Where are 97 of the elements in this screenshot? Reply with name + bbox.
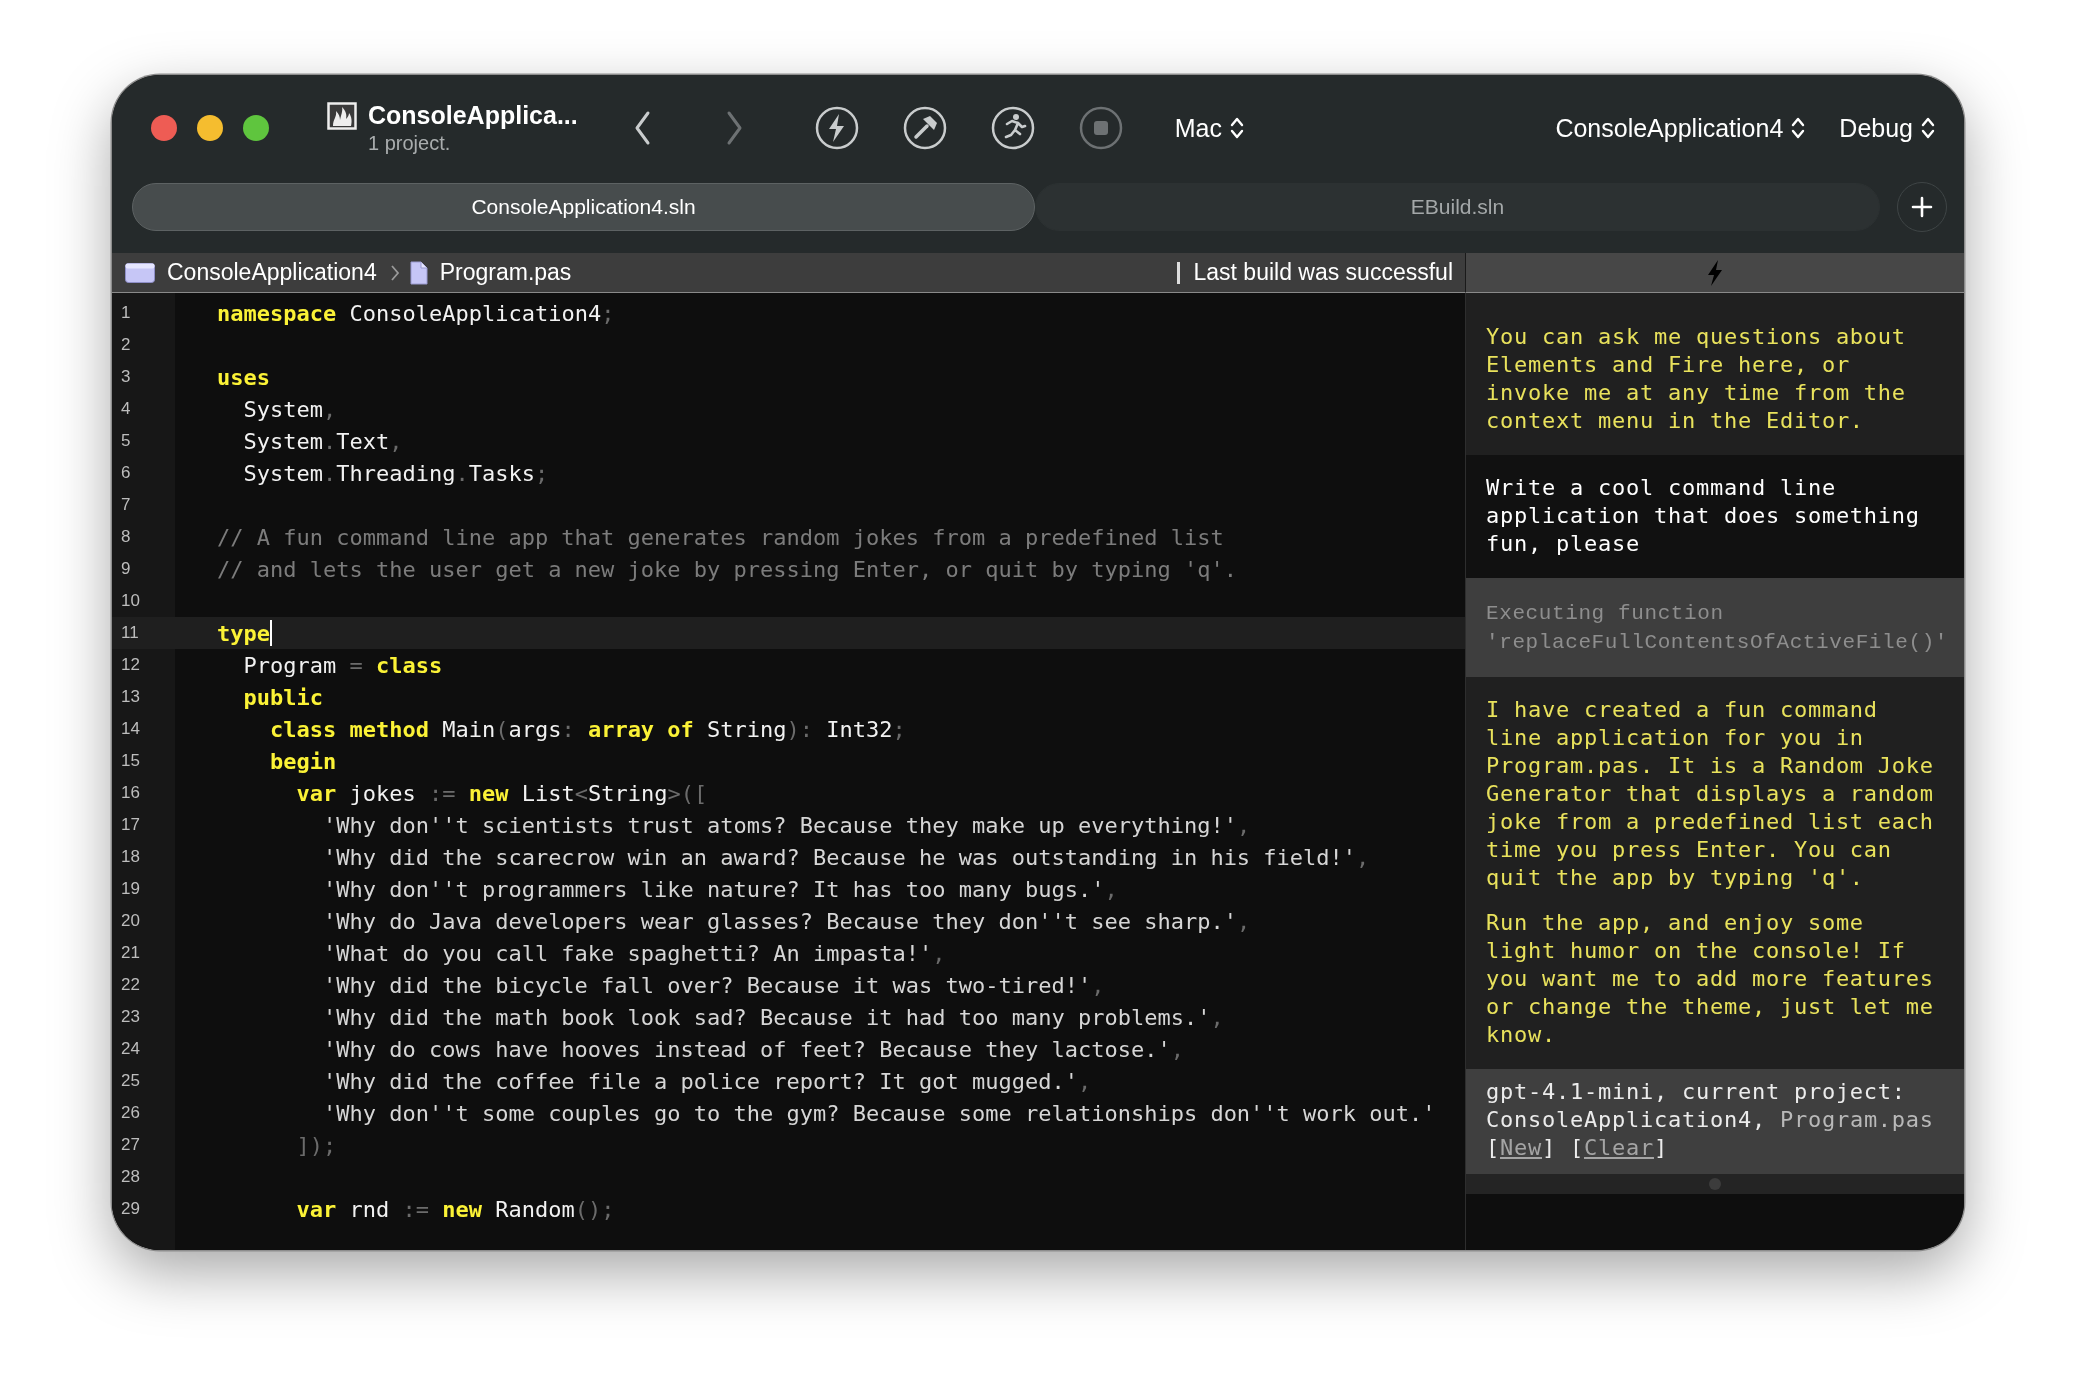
footer-link[interactable]: Clear bbox=[1584, 1135, 1654, 1160]
line-number: 16 bbox=[120, 783, 141, 803]
status-text: gpt-4.1-mini, current project: ConsoleApplication4, Program.pas [New] [Clear] bbox=[1486, 1078, 1935, 1162]
line-number: 21 bbox=[120, 943, 141, 963]
line-number: 1 bbox=[120, 303, 132, 323]
line-number: 5 bbox=[120, 431, 132, 451]
message-text: Executing function 'replaceFullContentsOfActiveFile()' bbox=[1486, 601, 1942, 656]
line-number: 8 bbox=[120, 527, 132, 547]
line-number: 28 bbox=[120, 1167, 141, 1187]
page-dot-icon bbox=[1709, 1178, 1721, 1190]
line-number: 24 bbox=[120, 1039, 141, 1059]
breadcrumb-item[interactable]: ConsoleApplication4 bbox=[125, 259, 377, 286]
code-line: 'Why do cows have hooves instead of feet? Because they lactose.', bbox=[321, 1036, 1184, 1062]
line-number: 10 bbox=[120, 591, 141, 611]
line-number: 7 bbox=[120, 495, 132, 515]
code-line: System.Text, bbox=[242, 428, 403, 454]
bolt-icon bbox=[1707, 259, 1723, 286]
tab[interactable]: ConsoleApplication4.sln bbox=[132, 183, 1035, 231]
stop-icon bbox=[1078, 106, 1123, 150]
configuration-dropdown[interactable]: Debug bbox=[1839, 113, 1935, 143]
line-number: 18 bbox=[120, 847, 141, 867]
code-line: namespace ConsoleApplication4; bbox=[216, 300, 615, 326]
line-number: 13 bbox=[120, 687, 141, 707]
code-line: 'Why did the bicycle fall over? Because it was two-tired!', bbox=[321, 972, 1105, 998]
chevron-left-icon bbox=[633, 110, 652, 146]
code-line: begin bbox=[268, 748, 337, 774]
up-down-chevron-icon bbox=[1791, 116, 1806, 140]
window-title: ConsoleApplica... bbox=[368, 101, 578, 130]
line-number: 23 bbox=[120, 1007, 141, 1027]
breadcrumb-item[interactable]: Program.pas bbox=[409, 259, 572, 286]
line-number: 2 bbox=[120, 335, 132, 355]
line-number: 14 bbox=[120, 719, 141, 739]
code-line: 'Why don''t programmers like nature? It has too many bugs.', bbox=[321, 876, 1118, 902]
line-number: 6 bbox=[120, 463, 132, 483]
up-down-chevron-icon bbox=[1921, 116, 1935, 140]
line-number: 27 bbox=[120, 1135, 141, 1155]
code-line: 'Why don''t some couples go to the gym? Because some relationships don''t work out.' bbox=[321, 1100, 1436, 1126]
text-cursor bbox=[270, 620, 272, 646]
code-line: public bbox=[242, 684, 323, 710]
code-line: System, bbox=[242, 396, 337, 422]
line-number: 25 bbox=[120, 1071, 141, 1091]
message-text: I have created a fun command line application for you in Program.pas. It is a Random Joke Generator that displays a random joke from a predefined list each time you press Enter. You can quit the app by typing 'q'. bbox=[1486, 696, 1935, 892]
code-line: 'Why did the math book look sad? Because it had too many problems.', bbox=[321, 1004, 1224, 1030]
app-flame-icon bbox=[327, 101, 357, 130]
code-line: System.Threading.Tasks; bbox=[242, 460, 549, 486]
breadcrumb-label: Program.pas bbox=[439, 259, 572, 286]
run-button[interactable] bbox=[990, 106, 1035, 150]
line-number: 26 bbox=[120, 1103, 141, 1123]
hammer-icon bbox=[902, 106, 947, 150]
line-number: 15 bbox=[120, 751, 141, 771]
plus-icon bbox=[1911, 196, 1933, 218]
line-number: 20 bbox=[120, 911, 141, 931]
bolt-button[interactable] bbox=[814, 106, 859, 150]
line-number: 19 bbox=[120, 879, 141, 899]
chevron-right-icon bbox=[389, 263, 400, 282]
code-line: var rnd := new Random(); bbox=[295, 1196, 615, 1222]
code-line: 'Why did the coffee file a police report? It got mugged.', bbox=[321, 1068, 1092, 1094]
code-line: var jokes := new List<String>([ bbox=[295, 780, 708, 806]
line-number: 3 bbox=[120, 367, 132, 387]
message-text: You can ask me questions about Elements and Fire here, or invoke me at any time from the context menu in the Editor. bbox=[1486, 323, 1907, 435]
up-down-chevron-icon bbox=[1230, 116, 1244, 140]
line-number: 9 bbox=[120, 559, 132, 579]
folder-icon bbox=[125, 262, 155, 283]
code-line: Program = class bbox=[242, 652, 443, 678]
line-number: 29 bbox=[120, 1199, 141, 1219]
code-line: 'Why don''t scientists trust atoms? Because they make up everything!', bbox=[321, 812, 1251, 838]
code-line: 'Why did the scarecrow win an award? Because he was outstanding in his field!', bbox=[321, 844, 1370, 870]
close-button[interactable] bbox=[151, 115, 177, 141]
message-text: Write a cool command line application that does something fun, please bbox=[1486, 474, 1921, 558]
code-line: type bbox=[216, 620, 270, 646]
message-text: Run the app, and enjoy some light humor on the console! If you want me to add more features or change the theme, just let me know. bbox=[1486, 909, 1935, 1049]
breadcrumb-label: ConsoleApplication4 bbox=[167, 259, 377, 286]
line-number: 17 bbox=[120, 815, 141, 835]
line-number: 22 bbox=[120, 975, 141, 995]
line-number: 11 bbox=[120, 623, 140, 643]
code-line: class method Main(args: array of String): Int32; bbox=[268, 716, 906, 742]
minimize-button[interactable] bbox=[197, 115, 223, 141]
tab[interactable]: EBuild.sln bbox=[1035, 183, 1880, 231]
line-number: 4 bbox=[120, 399, 132, 419]
hammer-button[interactable] bbox=[902, 106, 947, 150]
bolt-icon bbox=[814, 106, 859, 150]
code-line: // and lets the user get a new joke by pressing Enter, or quit by typing 'q'. bbox=[216, 556, 1237, 582]
running-figure-icon bbox=[990, 106, 1035, 150]
window-subtitle: 1 project. bbox=[368, 132, 452, 155]
zoom-button[interactable] bbox=[243, 115, 269, 141]
footer-link[interactable]: New bbox=[1500, 1135, 1542, 1160]
scheme-dropdown[interactable]: ConsoleApplication4 bbox=[1555, 113, 1806, 143]
code-line: 'Why do Java developers wear glasses? Because they don''t see sharp.', bbox=[321, 908, 1251, 934]
code-line: 'What do you call fake spaghetti? An impasta!', bbox=[321, 940, 946, 966]
device-dropdown[interactable]: Mac bbox=[1174, 113, 1244, 143]
code-line: // A fun command line app that generates random jokes from a predefined list bbox=[216, 524, 1224, 550]
build-status-text: Last build was successful bbox=[1193, 259, 1453, 286]
code-line: ]); bbox=[295, 1132, 337, 1158]
add-tab-button[interactable] bbox=[1897, 182, 1947, 232]
line-number: 12 bbox=[120, 655, 141, 675]
file-icon bbox=[409, 260, 428, 285]
code-line: uses bbox=[216, 364, 270, 390]
